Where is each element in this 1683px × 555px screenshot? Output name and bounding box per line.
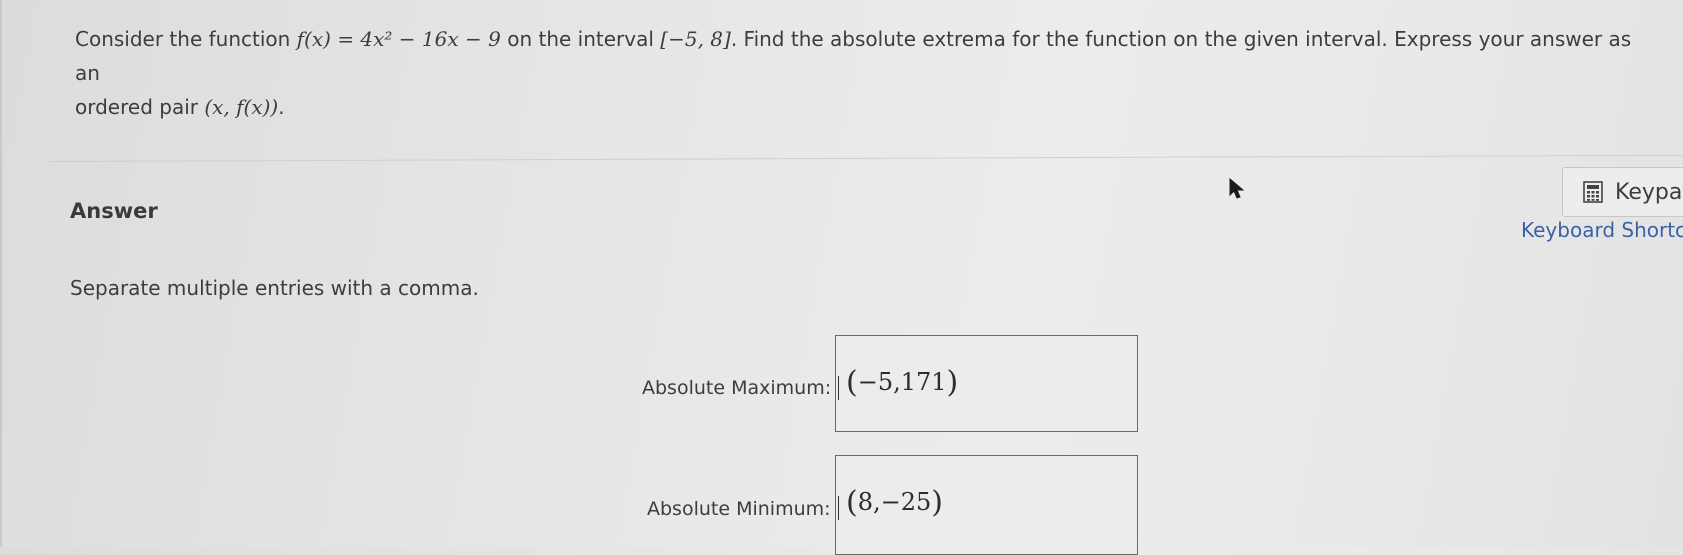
section-divider: [49, 154, 1683, 162]
answer-heading: Answer: [70, 199, 158, 223]
mouse-pointer-icon: [1229, 178, 1245, 199]
question-interval: [−5, 8]: [660, 27, 731, 51]
close-paren: ): [931, 485, 943, 520]
close-paren: ): [946, 365, 959, 400]
absolute-minimum-label: Absolute Minimum:: [647, 498, 831, 520]
open-paren: (: [846, 485, 858, 520]
left-border: [0, 0, 2, 547]
keyboard-shortcuts-link[interactable]: Keyboard Shortcuts: [1521, 218, 1683, 242]
question-intro: Consider the function: [75, 27, 291, 51]
keypad-button[interactable]: Keypad: [1562, 167, 1683, 217]
question-middle: on the interval: [507, 27, 654, 51]
absolute-maximum-value: (−5,171): [846, 365, 958, 400]
question-end: .: [278, 95, 285, 119]
maximum-value-text: −5,171: [857, 368, 947, 396]
absolute-maximum-label: Absolute Maximum:: [642, 377, 832, 399]
question-function: f(x) = 4x² − 16x − 9: [296, 27, 501, 51]
text-caret: [838, 496, 839, 520]
absolute-minimum-value: (8,−25): [846, 485, 943, 520]
instructions-text: Separate multiple entries with a comma.: [70, 276, 479, 300]
question-text: Consider the function f(x) = 4x² − 16x −…: [75, 22, 1635, 124]
open-paren: (: [846, 365, 858, 400]
text-caret: [838, 376, 839, 400]
keypad-label: Keypad: [1615, 179, 1683, 205]
minimum-value-text: 8,−25: [857, 488, 932, 516]
question-pair: (x, f(x)): [204, 95, 279, 119]
question-line2: ordered pair: [75, 95, 198, 119]
calculator-icon: [1583, 181, 1603, 203]
